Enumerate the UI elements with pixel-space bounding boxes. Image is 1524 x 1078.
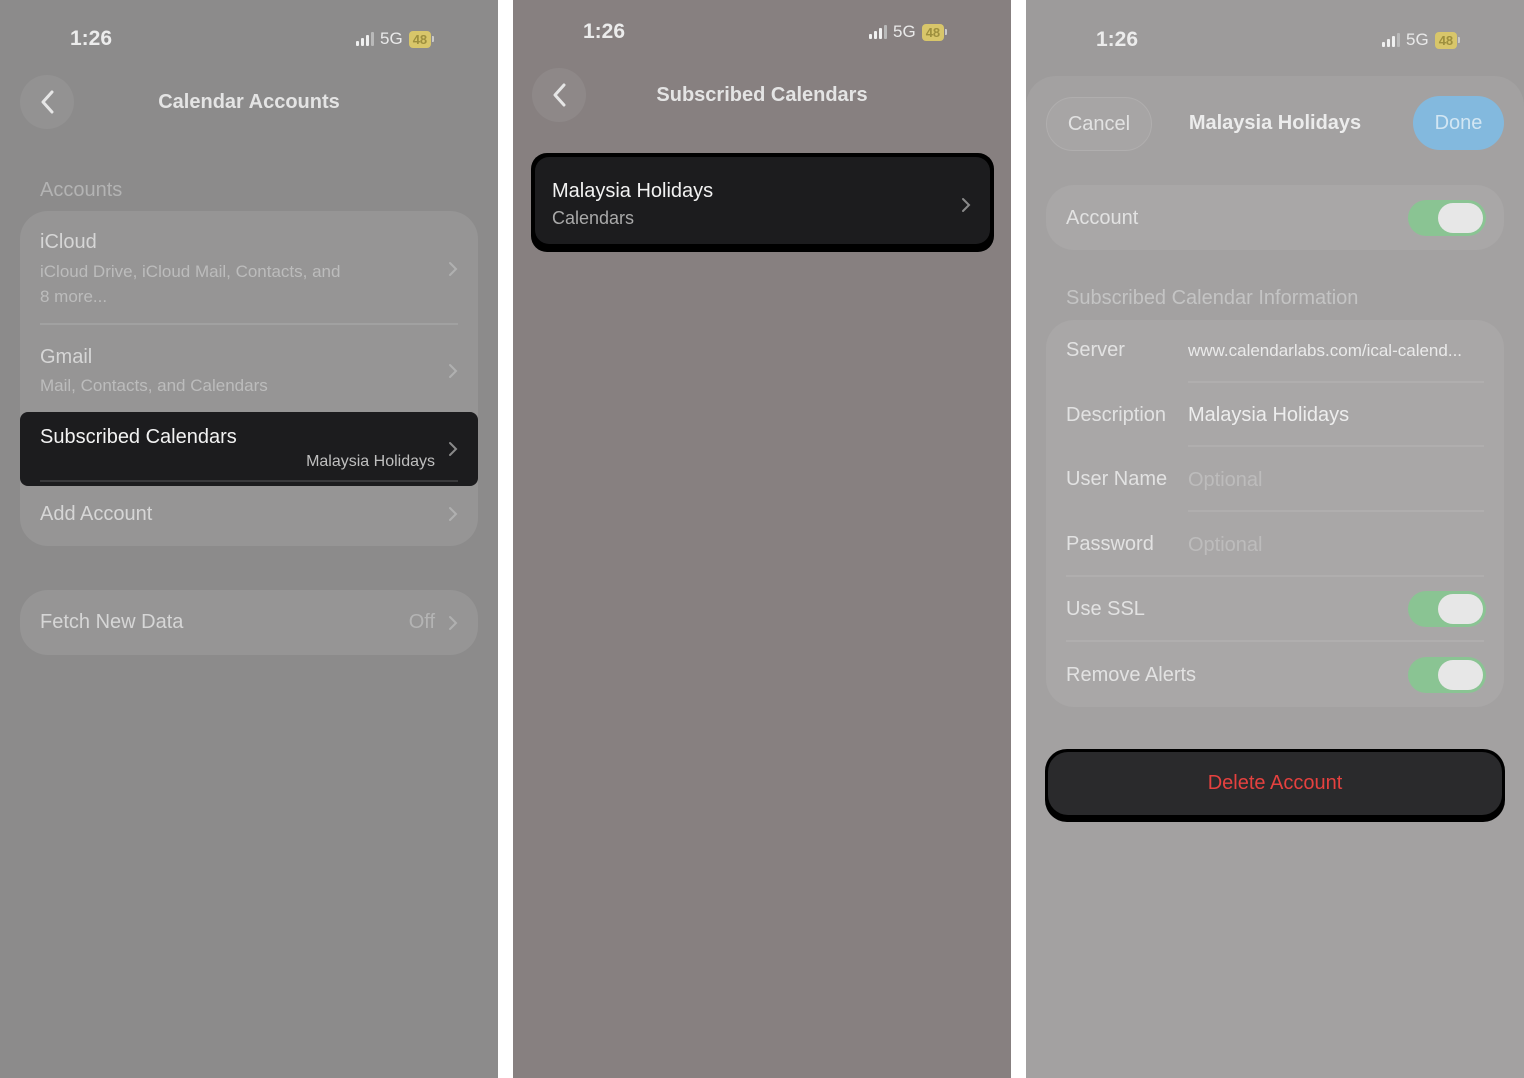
account-detail: Malaysia Holidays xyxy=(306,453,435,470)
chevron-right-icon xyxy=(449,507,458,521)
use-ssl-toggle[interactable] xyxy=(1408,591,1486,627)
username-field[interactable]: Optional xyxy=(1188,469,1263,492)
account-title: Gmail xyxy=(40,346,93,368)
page-title: Subscribed Calendars xyxy=(656,84,868,106)
account-subtitle: iCloud Drive, iCloud Mail, Contacts, and xyxy=(40,262,341,281)
subscription-info-list xyxy=(1046,320,1504,707)
battery-icon: 48 xyxy=(408,30,435,48)
account-row-icloud[interactable]: iCloud iCloud Drive, iCloud Mail, Contac… xyxy=(20,211,478,324)
fetch-new-data-label: Fetch New Data xyxy=(40,611,184,633)
done-button[interactable]: Done xyxy=(1413,96,1504,150)
account-title: iCloud xyxy=(40,231,97,253)
account-toggle-row: Account xyxy=(1046,185,1504,250)
chevron-left-icon xyxy=(553,83,566,107)
calendar-subtitle: Calendars xyxy=(552,208,635,228)
calendar-item-frame: Malaysia Holidays Calendars xyxy=(531,153,994,252)
add-account-label: Add Account xyxy=(40,503,153,525)
description-label: Description xyxy=(1066,404,1167,426)
status-bar-right: 5G 48 xyxy=(1382,30,1461,50)
network-type: 5G xyxy=(1406,30,1429,49)
chevron-right-icon xyxy=(449,262,458,276)
chevron-left-icon xyxy=(41,90,54,114)
account-subtitle: Mail, Contacts, and Calendars xyxy=(40,376,268,395)
status-bar-right: 5G 48 xyxy=(356,29,435,49)
cellular-signal-icon xyxy=(1382,33,1400,47)
account-subtitle-more: 8 more... xyxy=(40,287,108,306)
delete-account-button[interactable]: Delete Account xyxy=(1048,752,1502,815)
cellular-signal-icon xyxy=(869,25,887,39)
status-bar-right: 5G 48 xyxy=(869,22,948,42)
battery-level: 48 xyxy=(921,23,945,41)
divider xyxy=(1188,381,1484,383)
chevron-right-icon xyxy=(449,364,458,378)
status-time: 1:26 xyxy=(583,20,626,43)
battery-level: 48 xyxy=(1434,31,1458,49)
remove-alerts-label: Remove Alerts xyxy=(1066,664,1197,686)
server-label: Server xyxy=(1066,339,1125,361)
chevron-right-icon xyxy=(449,442,458,456)
calendar-title: Malaysia Holidays xyxy=(552,180,714,202)
cellular-signal-icon xyxy=(356,32,374,46)
calendar-accounts-screen: 1:26 5G 48 Calendar Accounts Accounts iC… xyxy=(0,0,498,1078)
chevron-right-icon xyxy=(962,198,971,212)
status-time: 1:26 xyxy=(70,27,113,50)
divider xyxy=(1188,445,1484,447)
page-title: Calendar Accounts xyxy=(158,91,340,113)
password-field[interactable]: Optional xyxy=(1188,534,1263,557)
battery-icon: 48 xyxy=(1434,31,1461,49)
password-label: Password xyxy=(1066,533,1154,555)
edit-subscription-screen: 1:26 5G 48 Cancel Malaysia Holidays Done… xyxy=(1026,0,1524,1078)
divider xyxy=(1066,640,1484,642)
subscribed-calendars-screen: 1:26 5G 48 Subscribed Calendars Malaysia… xyxy=(513,0,1011,1078)
calendar-item-malaysia-holidays[interactable]: Malaysia Holidays Calendars xyxy=(535,157,990,244)
cancel-button[interactable]: Cancel xyxy=(1046,97,1152,151)
description-field[interactable]: Malaysia Holidays xyxy=(1188,404,1349,427)
divider xyxy=(1066,575,1484,577)
account-row-subscribed-calendars[interactable]: Subscribed Calendars Malaysia Holidays xyxy=(20,412,478,486)
account-title: Subscribed Calendars xyxy=(40,426,237,448)
battery-icon: 48 xyxy=(921,23,948,41)
server-field[interactable]: www.calendarlabs.com/ical-calend... xyxy=(1188,341,1488,361)
add-account-row[interactable]: Add Account xyxy=(20,487,478,545)
account-toggle[interactable] xyxy=(1408,200,1486,236)
network-type: 5G xyxy=(893,22,916,41)
divider xyxy=(40,480,458,482)
fetch-new-data-row[interactable]: Fetch New Data Off xyxy=(20,590,478,655)
delete-account-frame: Delete Account xyxy=(1045,749,1505,822)
network-type: 5G xyxy=(380,29,403,48)
chevron-right-icon xyxy=(449,616,458,630)
battery-level: 48 xyxy=(408,30,432,48)
accounts-section-header: Accounts xyxy=(40,179,123,201)
back-button[interactable] xyxy=(532,68,586,122)
status-time: 1:26 xyxy=(1096,28,1139,51)
use-ssl-label: Use SSL xyxy=(1066,598,1145,620)
account-row-gmail[interactable]: Gmail Mail, Contacts, and Calendars xyxy=(20,325,478,411)
username-label: User Name xyxy=(1066,468,1168,490)
account-toggle-label: Account xyxy=(1066,207,1139,229)
sheet-title: Malaysia Holidays xyxy=(1188,112,1362,134)
divider xyxy=(1188,510,1484,512)
info-section-header: Subscribed Calendar Information xyxy=(1066,287,1359,309)
remove-alerts-toggle[interactable] xyxy=(1408,657,1486,693)
fetch-new-data-value: Off xyxy=(408,611,435,633)
back-button[interactable] xyxy=(20,75,74,129)
